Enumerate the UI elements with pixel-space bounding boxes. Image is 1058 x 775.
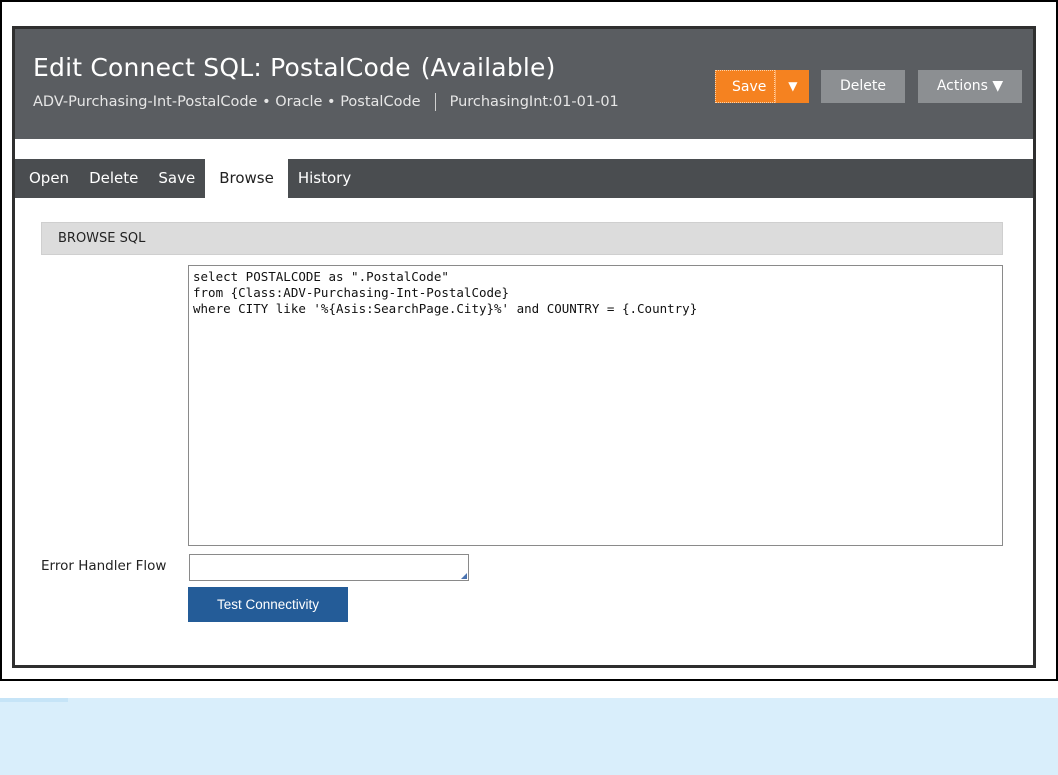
rule-breadcrumb: ADV-Purchasing-Int-PostalCode • Oracle •…	[33, 93, 619, 111]
error-handler-flow-label: Error Handler Flow	[41, 558, 167, 574]
browse-sql-section-header[interactable]: BROWSE SQL	[41, 222, 1003, 255]
save-button[interactable]: Save	[715, 70, 776, 103]
tab-delete[interactable]: Delete	[79, 159, 148, 198]
tab-save[interactable]: Save	[148, 159, 205, 198]
rule-header: Edit Connect SQL: PostalCode (Available) …	[15, 29, 1033, 139]
window-frame: Edit Connect SQL: PostalCode (Available) …	[0, 0, 1058, 681]
tab-history[interactable]: History	[288, 159, 361, 198]
actions-menu-button[interactable]: Actions ▼	[918, 70, 1022, 103]
rule-tabs: Open Delete Save Browse History	[15, 159, 1033, 198]
error-handler-flow-input[interactable]	[189, 554, 469, 581]
bottom-strip-notch	[0, 698, 68, 702]
availability-status: (Available)	[420, 53, 556, 82]
test-connectivity-button[interactable]: Test Connectivity	[188, 587, 348, 622]
tab-browse[interactable]: Browse	[205, 159, 288, 198]
page-title: Edit Connect SQL: PostalCode (Available)	[33, 53, 556, 82]
sql-textarea[interactable]: select POSTALCODE as ".PostalCode" from …	[188, 265, 1003, 546]
class-breadcrumb: ADV-Purchasing-Int-PostalCode • Oracle •…	[33, 94, 421, 110]
tab-open[interactable]: Open	[15, 159, 79, 198]
delete-button[interactable]: Delete	[821, 70, 905, 103]
save-button-group: Save ▼	[715, 70, 810, 103]
bottom-background-strip	[0, 698, 1058, 775]
rule-form-panel: Edit Connect SQL: PostalCode (Available) …	[12, 26, 1036, 668]
ruleset-version: PurchasingInt:01-01-01	[449, 94, 619, 110]
save-options-dropdown-icon[interactable]: ▼	[775, 70, 810, 103]
breadcrumb-separator	[434, 93, 436, 111]
rule-title: Edit Connect SQL: PostalCode	[33, 53, 411, 82]
